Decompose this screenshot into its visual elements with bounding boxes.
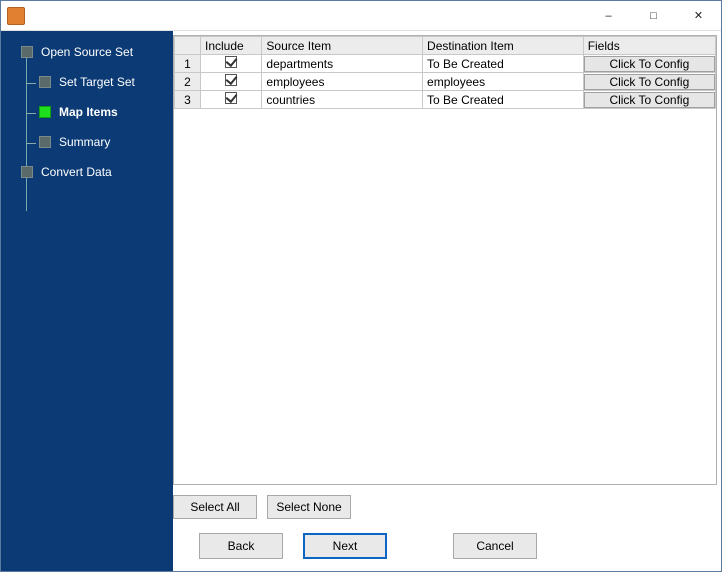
select-none-button[interactable]: Select None: [267, 495, 351, 519]
source-item-cell[interactable]: countries: [262, 91, 423, 109]
destination-item-cell[interactable]: To Be Created: [423, 91, 584, 109]
destination-item-cell[interactable]: To Be Created: [423, 55, 584, 73]
source-item-cell[interactable]: employees: [262, 73, 423, 91]
include-cell[interactable]: [200, 73, 261, 91]
items-table-container: Include Source Item Destination Item Fie…: [173, 35, 717, 485]
source-item-cell[interactable]: departments: [262, 55, 423, 73]
minimize-button[interactable]: –: [586, 1, 631, 31]
config-fields-button[interactable]: Click To Config: [584, 56, 715, 72]
step-marker-icon: [21, 166, 33, 178]
checkbox-icon[interactable]: [225, 74, 237, 86]
config-fields-button[interactable]: Click To Config: [584, 92, 715, 108]
main-pane: Include Source Item Destination Item Fie…: [173, 31, 721, 571]
step-marker-icon: [21, 46, 33, 58]
table-row[interactable]: 3 countriesTo Be CreatedClick To Config: [175, 91, 716, 109]
cancel-button[interactable]: Cancel: [453, 533, 537, 559]
col-rownum: [175, 37, 201, 55]
select-all-button[interactable]: Select All: [173, 495, 257, 519]
table-row[interactable]: 2employeesemployeesClick To Config: [175, 73, 716, 91]
wizard-sidebar: Open Source Set Set Target Set Map Items Su…: [1, 31, 173, 571]
checkbox-icon[interactable]: [225, 56, 237, 68]
col-destination[interactable]: Destination Item: [423, 37, 584, 55]
next-button[interactable]: Next: [303, 533, 387, 559]
config-fields-button[interactable]: Click To Config: [584, 74, 715, 90]
step-marker-icon: [39, 136, 51, 148]
col-source[interactable]: Source Item: [262, 37, 423, 55]
wizard-step-open-source-set[interactable]: Open Source Set: [9, 43, 165, 61]
destination-item-cell[interactable]: employees: [423, 73, 584, 91]
step-label: Convert Data: [41, 165, 112, 179]
app-icon: [7, 7, 25, 25]
items-table: Include Source Item Destination Item Fie…: [174, 36, 716, 109]
table-row[interactable]: 1 departmentsTo Be CreatedClick To Config: [175, 55, 716, 73]
step-marker-icon: [39, 76, 51, 88]
back-button[interactable]: Back: [199, 533, 283, 559]
step-label: Summary: [59, 135, 110, 149]
step-label: Open Source Set: [41, 45, 133, 59]
include-cell[interactable]: [200, 91, 261, 109]
row-number: 3: [175, 91, 201, 109]
row-number: 1: [175, 55, 201, 73]
close-button[interactable]: ✕: [676, 1, 721, 31]
title-bar: – □ ✕: [1, 1, 721, 31]
wizard-step-summary[interactable]: Summary: [9, 133, 165, 151]
step-label: Set Target Set: [59, 75, 135, 89]
row-number: 2: [175, 73, 201, 91]
col-fields[interactable]: Fields: [583, 37, 715, 55]
fields-cell: Click To Config: [583, 73, 715, 91]
wizard-step-convert-data[interactable]: Convert Data: [9, 163, 165, 181]
maximize-button[interactable]: □: [631, 1, 676, 31]
checkbox-icon[interactable]: [225, 92, 237, 104]
step-label: Map Items: [59, 105, 118, 119]
col-include[interactable]: Include: [200, 37, 261, 55]
wizard-step-set-target-set[interactable]: Set Target Set: [9, 73, 165, 91]
selection-row: Select All Select None: [173, 489, 721, 525]
fields-cell: Click To Config: [583, 91, 715, 109]
fields-cell: Click To Config: [583, 55, 715, 73]
wizard-step-map-items[interactable]: Map Items: [9, 103, 165, 121]
step-marker-icon: [39, 106, 51, 118]
include-cell[interactable]: [200, 55, 261, 73]
nav-row: Back Next Cancel: [173, 525, 721, 571]
